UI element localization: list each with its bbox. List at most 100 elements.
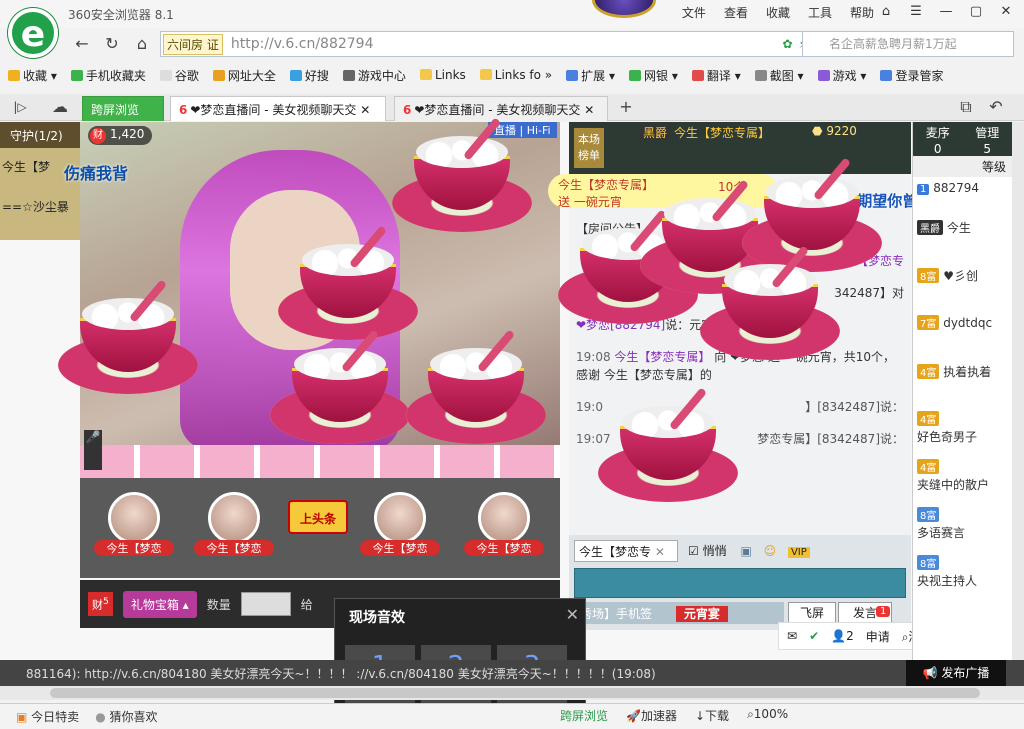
audience-user[interactable]: 8富 ♥彡创 [913,259,1012,307]
refresh-icon[interactable]: ↻ [100,32,124,56]
undo-close-icon[interactable]: ↶ [984,95,1008,119]
tab-close-icon[interactable]: ✕ [584,103,594,117]
tab-admins[interactable]: 管理 5 [963,122,1013,156]
publish-broadcast-button[interactable]: 📢 发布广播 [906,660,1006,686]
menu-file[interactable]: 文件 [682,4,706,21]
friend-requests[interactable]: 👤2 [831,629,854,643]
menu-favorites[interactable]: 收藏 [766,4,790,21]
minimize-icon[interactable]: — [934,2,958,22]
phone-tag[interactable]: 手机签 [616,607,652,621]
vertical-scrollbar[interactable] [1012,122,1024,687]
menu-view[interactable]: 查看 [724,4,748,21]
audience-user[interactable]: 黑爵 今生 [913,211,1012,259]
gift-avatar[interactable]: 今生【梦恋 [464,492,544,572]
zoom-level[interactable]: ⌕100% [747,707,788,724]
gift-avatar[interactable]: 今生【梦恋 [94,492,174,572]
site-tag: 六间房 证 [163,33,223,55]
image-icon[interactable]: ▣ [740,544,751,558]
vip-icon[interactable]: VIP [787,547,810,558]
bookmark-links-fo[interactable]: Links fo » [479,68,552,82]
maximize-icon[interactable]: ▢ [964,2,988,22]
tab-second[interactable]: 6 ❤梦恋直播间 - 美女视频聊天交 ✕ [394,96,608,121]
wealth-badge[interactable]: 财5 [88,591,113,617]
emoji-icon[interactable]: ☺ [764,544,777,558]
bookmark-mobile[interactable]: 手机收藏夹 [70,67,146,84]
audience-user[interactable]: 7富 dydtdqc [913,307,1012,355]
guess-like[interactable]: ● 猜你喜欢 [95,708,157,725]
home-page-icon[interactable]: ⌂ [130,32,154,56]
message-user[interactable]: 今生【梦恋专 [832,254,904,268]
gift-avatar[interactable]: 今生【梦恋 [360,492,440,572]
yuanxiao-banner[interactable]: 元宵宴 [675,606,728,622]
chat-target-select[interactable]: 今生【梦恋专 ✕ [574,540,678,562]
browser-logo-icon[interactable]: e [8,8,58,58]
sidebar-toggle-icon[interactable]: |▷ [8,95,32,119]
check-icon[interactable]: ✔ [809,629,819,643]
apply-link[interactable]: 申请 [866,628,890,645]
audience-user[interactable]: 8富 央视主持人 [913,547,1012,595]
bookmark-google[interactable]: 谷歌 [159,67,199,84]
message-user[interactable]: 今生【梦恋专属】 [614,350,710,364]
restore-tabs-icon[interactable]: ⧉ [954,95,978,119]
quiet-checkbox[interactable]: ☑ 悄悄 ▣ ☺ VIP [688,542,810,559]
status-kuaping[interactable]: 跨屏浏览 [560,707,608,724]
gift-box-button[interactable]: 礼物宝箱 ▴ [122,590,197,618]
clear-target-icon[interactable]: ✕ [655,545,665,559]
scrollbar-thumb[interactable] [50,688,980,698]
tab-close-icon[interactable]: ✕ [360,103,370,117]
headline-button[interactable]: 上头条 [288,500,348,534]
tab-active[interactable]: 6 ❤梦恋直播间 - 美女视频聊天交 ✕ [170,96,386,121]
gift-avatar[interactable]: 今生【梦恋 [194,492,274,572]
url-text[interactable]: http://v.6.cn/882794 [231,36,783,52]
user-name: 多语赛言 [917,526,966,540]
fly-screen-button[interactable]: 飞屏 [788,602,836,624]
checkbox-icon[interactable]: ☑ [688,544,699,558]
microphone-icon[interactable]: 🎤 [84,430,102,470]
audience-user[interactable]: 8富 多语赛言 [913,499,1012,547]
bookmark-links[interactable]: Links [419,68,466,82]
bookmark-login[interactable]: 登录管家 [880,67,943,84]
bookmark-game[interactable]: 游戏 ▾ [817,67,866,84]
tab-kuaping[interactable]: 跨屏浏览 [82,96,164,121]
back-icon[interactable]: ← [70,32,94,56]
audience-user[interactable]: 1 882794 [913,177,1012,211]
download[interactable]: ↓下载 [695,707,729,724]
menu-help[interactable]: 帮助 [850,4,874,21]
mail-icon[interactable]: ✉ [787,629,797,643]
quantity-input[interactable] [240,592,291,616]
message-user[interactable]: ❤梦恋[882794] [576,318,665,332]
menu-tools[interactable]: 工具 [808,4,832,21]
audience-user[interactable]: 4富 夹缝中的散户 [913,451,1012,499]
cloud-icon[interactable]: ☁ [48,95,72,119]
security-icon[interactable]: ✿ [782,37,792,51]
user-name: 夹缝中的散户 [917,478,990,492]
message-text: 梦恋专属】[8342487]说： [757,432,904,446]
guard-title[interactable]: 守护(1/2) [0,122,80,148]
close-icon[interactable]: ✕ [566,605,579,624]
bookmark-extensions[interactable]: 扩展 ▾ [566,67,615,84]
close-icon[interactable]: ✕ [994,2,1018,22]
board-button[interactable]: 本场榜单 [574,128,604,168]
new-tab-icon[interactable]: + [614,95,638,119]
bookmark-translate[interactable]: 翻译 ▾ [691,67,741,84]
folder-icon [479,69,492,80]
home-icon[interactable]: ⌂ [874,2,898,22]
address-bar[interactable]: 六间房 证 http://v.6.cn/882794 ✿ ⚡ ⌄ [160,31,830,57]
bookmark-sites[interactable]: 网址大全 [212,67,276,84]
accelerator[interactable]: 🚀加速器 [626,707,677,724]
guard-user[interactable]: ==☆沙尘暴 [0,188,80,228]
today-deals[interactable]: ▣ 今日特卖 [16,708,79,725]
bookmark-bank[interactable]: 网银 ▾ [629,67,678,84]
audience-user[interactable]: 4富 执着执着 [913,355,1012,403]
menu-icon[interactable]: ☰ [904,2,928,22]
tab-mic-queue[interactable]: 麦序 0 [913,122,963,156]
top-user[interactable]: 黑爵 今生【梦恋专属】 [640,124,770,141]
search-input[interactable]: 名企高薪急聘月薪1万起 [802,31,1014,57]
bookmark-games[interactable]: 游戏中心 [342,67,406,84]
bookmark-screenshot[interactable]: 截图 ▾ [754,67,804,84]
page-icon [159,69,172,81]
audience-user[interactable]: 4富 好色奇男子 [913,403,1012,451]
bookmark-haosou[interactable]: 好搜 [289,67,329,84]
chat-input[interactable] [574,568,906,598]
bookmark-favorites[interactable]: 收藏 ▾ [8,67,57,84]
